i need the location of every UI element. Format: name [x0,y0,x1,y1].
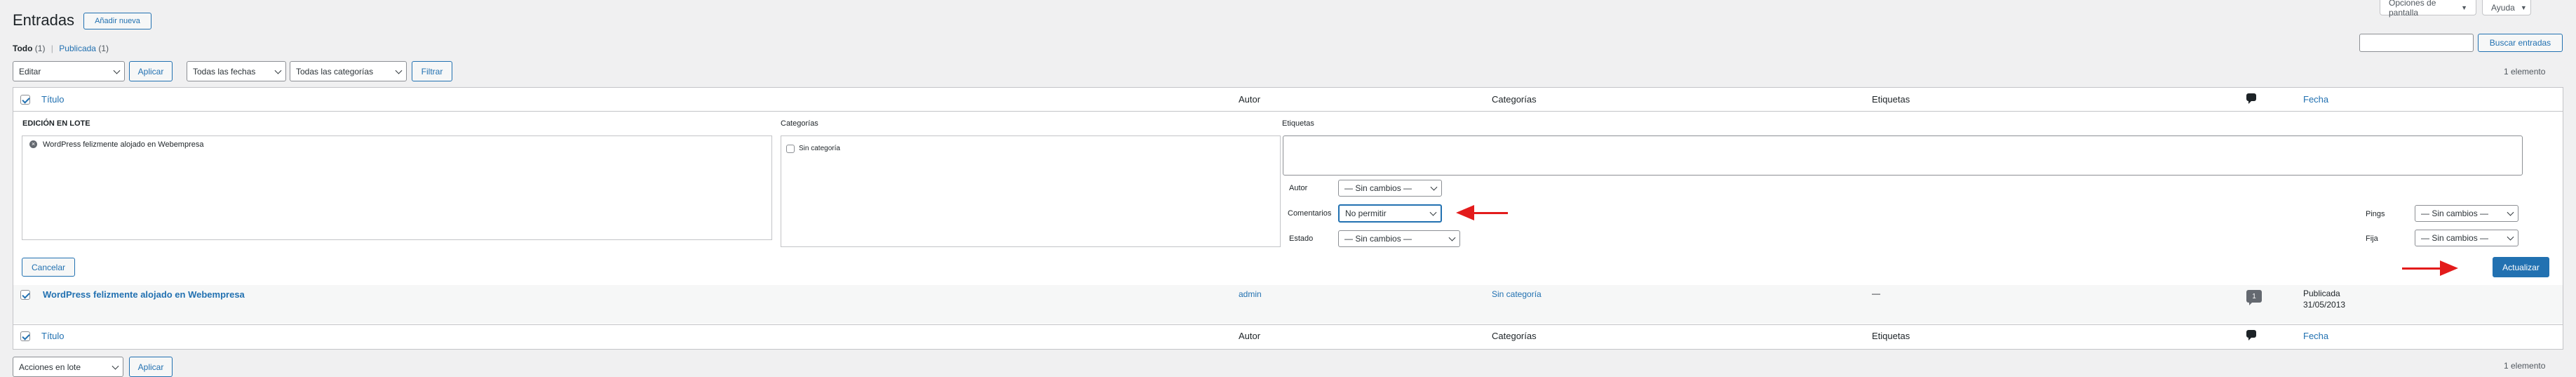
chevron-down-icon [274,67,282,74]
table-footer-row [13,324,2563,349]
status-select[interactable]: — Sin cambios — [1338,230,1460,247]
date-filter-value: Todas las fechas [193,66,256,77]
bottom-bulk-action-select[interactable]: Acciones en lote [13,357,123,377]
remove-item-icon[interactable]: × [29,140,37,148]
separator: | [50,44,53,53]
sticky-label: Fija [2366,234,2378,243]
post-date-status: Publicada [2303,289,2340,298]
column-author: Autor [1239,94,1261,105]
bulk-action-value: Editar [19,66,41,77]
footer-column-date[interactable]: Fecha [2303,331,2328,341]
author-select[interactable]: — Sin cambios — [1338,180,1442,197]
select-all-footer-checkbox[interactable] [20,331,30,341]
filter-all-label: Todo [13,44,33,53]
red-arrow-head [1456,205,1474,220]
post-category-link[interactable]: Sin categoría [1492,289,1542,299]
caret-down-icon: ▼ [2520,4,2527,11]
chevron-down-icon [1430,183,1438,191]
comment-bubble-tail [2248,100,2252,104]
table-header-row [13,88,2563,112]
red-arrow-icon [1473,212,1508,214]
tags-textarea[interactable] [1283,135,2523,176]
footer-column-author: Autor [1239,331,1261,341]
comment-bubble-tail [2248,337,2252,340]
category-option-label: Sin categoría [799,145,840,152]
bulk-edit-posts-list [22,135,772,240]
filter-all[interactable]: Todo (1) [13,44,45,53]
chevron-down-icon [395,67,403,74]
comment-badge-tail [2249,302,2253,305]
comment-count: 1 [2252,292,2256,300]
chevron-down-icon [2507,233,2514,241]
chevron-down-icon [2507,209,2514,216]
status-label: Estado [1289,234,1314,243]
author-value: — Sin cambios — [1344,183,1412,193]
bottom-item-count: 1 elemento [2504,361,2546,371]
comment-count-badge[interactable]: 1 [2246,290,2262,303]
pings-select[interactable]: — Sin cambios — [2415,205,2518,222]
comments-label: Comentarios [1288,209,1332,218]
sticky-value: — Sin cambios — [2421,233,2489,243]
post-author-link[interactable]: admin [1239,289,1262,299]
bottom-bulk-action-value: Acciones en lote [19,362,81,372]
column-tags: Etiquetas [1872,94,1910,105]
footer-column-tags: Etiquetas [1872,331,1910,341]
bottom-apply-button[interactable]: Aplicar [129,357,173,377]
bulk-action-select[interactable]: Editar [13,61,125,81]
chevron-down-icon [1448,234,1456,242]
category-filter-value: Todas las categorías [296,66,374,77]
sticky-select[interactable]: — Sin cambios — [2415,230,2518,246]
pings-label: Pings [2366,210,2385,218]
red-arrow-head [2440,260,2458,276]
comments-select[interactable]: No permitir [1338,204,1442,223]
status-filters: Todo (1) | Publicada (1) [13,44,109,53]
filter-published-count: (1) [98,44,109,53]
filter-all-count: (1) [34,44,46,53]
apply-button[interactable]: Aplicar [129,61,173,81]
post-tags: — [1872,289,1880,298]
chevron-down-icon [112,362,119,370]
table-row [13,285,2563,324]
status-value: — Sin cambios — [1344,234,1412,244]
chevron-down-icon [1429,209,1437,216]
post-date: 31/05/2013 [2303,300,2346,310]
red-arrow-icon [2402,267,2441,270]
chevron-down-icon [113,67,121,74]
categories-checklist [781,135,1281,247]
item-count: 1 elemento [2504,67,2546,77]
column-categories: Categorías [1492,94,1537,105]
tags-label: Etiquetas [1282,119,1314,128]
screen-options-label: Opciones de pantalla [2389,0,2436,18]
pings-value: — Sin cambios — [2421,209,2489,218]
page-title: Entradas [13,11,75,29]
column-title[interactable]: Título [41,94,65,105]
bulk-edit-post-item: WordPress felizmente alojado en Webempre… [43,140,204,149]
comments-value: No permitir [1345,209,1387,218]
category-checkbox[interactable] [786,145,795,153]
filter-button[interactable]: Filtrar [412,61,452,81]
categories-label: Categorías [781,119,818,128]
filter-published[interactable]: Publicada (1) [59,44,109,53]
search-posts-button[interactable]: Buscar entradas [2478,34,2563,52]
select-all-checkbox[interactable] [20,95,30,105]
update-button[interactable]: Actualizar [2493,257,2549,277]
screen-options-tab[interactable]: Opciones de pantalla ▼ [2380,0,2476,18]
search-input[interactable] [2359,34,2474,52]
cancel-button[interactable]: Cancelar [22,258,75,277]
footer-column-title[interactable]: Título [41,331,65,341]
date-filter-select[interactable]: Todas las fechas [187,61,286,81]
bulk-edit-heading: EDICIÓN EN LOTE [22,119,90,128]
filter-published-label: Publicada [59,44,96,53]
caret-down-icon: ▼ [2461,4,2467,11]
footer-column-categories: Categorías [1492,331,1537,341]
help-label: Ayuda [2491,2,2515,13]
help-tab[interactable]: Ayuda ▼ [2482,0,2531,15]
category-filter-select[interactable]: Todas las categorías [290,61,407,81]
row-checkbox[interactable] [20,290,30,300]
post-title-link[interactable]: WordPress felizmente alojado en Webempre… [43,289,245,300]
author-label: Autor [1289,184,1308,192]
add-new-button[interactable]: Añadir nueva [83,13,151,29]
column-date[interactable]: Fecha [2303,94,2328,105]
